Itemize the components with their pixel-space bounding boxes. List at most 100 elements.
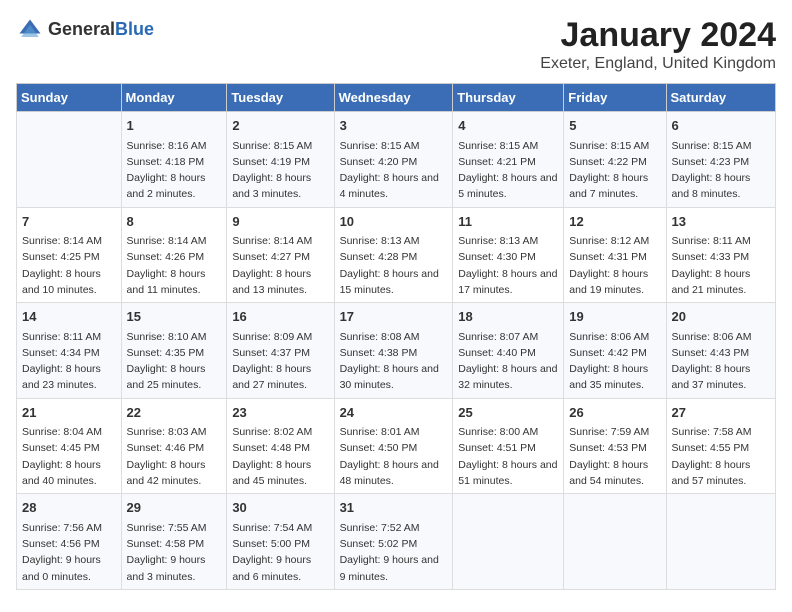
day-info: Sunrise: 8:07 AMSunset: 4:40 PMDaylight:…: [458, 329, 558, 394]
day-number: 9: [232, 212, 328, 232]
day-number: 1: [127, 116, 222, 136]
day-info: Sunrise: 7:54 AMSunset: 5:00 PMDaylight:…: [232, 520, 328, 585]
day-number: 6: [672, 116, 770, 136]
week-row-1: 1Sunrise: 8:16 AMSunset: 4:18 PMDaylight…: [17, 112, 776, 208]
calendar-cell: 7Sunrise: 8:14 AMSunset: 4:25 PMDaylight…: [17, 207, 122, 303]
day-info: Sunrise: 7:55 AMSunset: 4:58 PMDaylight:…: [127, 520, 222, 585]
day-info: Sunrise: 8:16 AMSunset: 4:18 PMDaylight:…: [127, 138, 222, 203]
day-number: 3: [340, 116, 448, 136]
day-number: 8: [127, 212, 222, 232]
col-header-sunday: Sunday: [17, 84, 122, 112]
calendar-cell: 3Sunrise: 8:15 AMSunset: 4:20 PMDaylight…: [334, 112, 453, 208]
col-header-friday: Friday: [564, 84, 666, 112]
day-number: 7: [22, 212, 116, 232]
calendar-cell: 30Sunrise: 7:54 AMSunset: 5:00 PMDayligh…: [227, 494, 334, 590]
day-number: 13: [672, 212, 770, 232]
day-number: 4: [458, 116, 558, 136]
week-row-3: 14Sunrise: 8:11 AMSunset: 4:34 PMDayligh…: [17, 303, 776, 399]
day-info: Sunrise: 8:06 AMSunset: 4:43 PMDaylight:…: [672, 329, 770, 394]
calendar-cell: 13Sunrise: 8:11 AMSunset: 4:33 PMDayligh…: [666, 207, 775, 303]
day-number: 22: [127, 403, 222, 423]
calendar-cell: 19Sunrise: 8:06 AMSunset: 4:42 PMDayligh…: [564, 303, 666, 399]
day-info: Sunrise: 8:14 AMSunset: 4:25 PMDaylight:…: [22, 233, 116, 298]
day-number: 12: [569, 212, 660, 232]
day-info: Sunrise: 8:15 AMSunset: 4:23 PMDaylight:…: [672, 138, 770, 203]
day-info: Sunrise: 8:09 AMSunset: 4:37 PMDaylight:…: [232, 329, 328, 394]
col-header-monday: Monday: [121, 84, 227, 112]
calendar-cell: 31Sunrise: 7:52 AMSunset: 5:02 PMDayligh…: [334, 494, 453, 590]
calendar-cell: 17Sunrise: 8:08 AMSunset: 4:38 PMDayligh…: [334, 303, 453, 399]
calendar-table: SundayMondayTuesdayWednesdayThursdayFrid…: [16, 83, 776, 590]
calendar-cell: 18Sunrise: 8:07 AMSunset: 4:40 PMDayligh…: [453, 303, 564, 399]
day-number: 25: [458, 403, 558, 423]
header: GeneralBlue January 2024 Exeter, England…: [16, 16, 776, 73]
day-info: Sunrise: 8:14 AMSunset: 4:26 PMDaylight:…: [127, 233, 222, 298]
day-number: 2: [232, 116, 328, 136]
calendar-cell: [453, 494, 564, 590]
day-number: 19: [569, 307, 660, 327]
calendar-cell: 16Sunrise: 8:09 AMSunset: 4:37 PMDayligh…: [227, 303, 334, 399]
day-info: Sunrise: 8:03 AMSunset: 4:46 PMDaylight:…: [127, 424, 222, 489]
day-info: Sunrise: 8:08 AMSunset: 4:38 PMDaylight:…: [340, 329, 448, 394]
calendar-cell: 28Sunrise: 7:56 AMSunset: 4:56 PMDayligh…: [17, 494, 122, 590]
calendar-cell: 4Sunrise: 8:15 AMSunset: 4:21 PMDaylight…: [453, 112, 564, 208]
day-info: Sunrise: 7:56 AMSunset: 4:56 PMDaylight:…: [22, 520, 116, 585]
day-number: 17: [340, 307, 448, 327]
day-info: Sunrise: 8:15 AMSunset: 4:19 PMDaylight:…: [232, 138, 328, 203]
week-row-5: 28Sunrise: 7:56 AMSunset: 4:56 PMDayligh…: [17, 494, 776, 590]
day-info: Sunrise: 8:15 AMSunset: 4:20 PMDaylight:…: [340, 138, 448, 203]
calendar-cell: 12Sunrise: 8:12 AMSunset: 4:31 PMDayligh…: [564, 207, 666, 303]
col-header-saturday: Saturday: [666, 84, 775, 112]
week-row-4: 21Sunrise: 8:04 AMSunset: 4:45 PMDayligh…: [17, 398, 776, 494]
day-info: Sunrise: 7:59 AMSunset: 4:53 PMDaylight:…: [569, 424, 660, 489]
col-header-wednesday: Wednesday: [334, 84, 453, 112]
calendar-cell: 5Sunrise: 8:15 AMSunset: 4:22 PMDaylight…: [564, 112, 666, 208]
calendar-cell: 2Sunrise: 8:15 AMSunset: 4:19 PMDaylight…: [227, 112, 334, 208]
month-title: January 2024: [540, 16, 776, 55]
calendar-cell: 9Sunrise: 8:14 AMSunset: 4:27 PMDaylight…: [227, 207, 334, 303]
day-number: 10: [340, 212, 448, 232]
title-area: January 2024 Exeter, England, United Kin…: [540, 16, 776, 73]
day-info: Sunrise: 8:14 AMSunset: 4:27 PMDaylight:…: [232, 233, 328, 298]
calendar-cell: [17, 112, 122, 208]
day-number: 5: [569, 116, 660, 136]
calendar-cell: 14Sunrise: 8:11 AMSunset: 4:34 PMDayligh…: [17, 303, 122, 399]
calendar-cell: 1Sunrise: 8:16 AMSunset: 4:18 PMDaylight…: [121, 112, 227, 208]
day-number: 23: [232, 403, 328, 423]
day-number: 11: [458, 212, 558, 232]
day-number: 16: [232, 307, 328, 327]
day-number: 14: [22, 307, 116, 327]
logo-general: GeneralBlue: [48, 20, 154, 40]
day-info: Sunrise: 8:10 AMSunset: 4:35 PMDaylight:…: [127, 329, 222, 394]
day-info: Sunrise: 8:00 AMSunset: 4:51 PMDaylight:…: [458, 424, 558, 489]
day-info: Sunrise: 8:11 AMSunset: 4:34 PMDaylight:…: [22, 329, 116, 394]
header-row: SundayMondayTuesdayWednesdayThursdayFrid…: [17, 84, 776, 112]
day-info: Sunrise: 7:58 AMSunset: 4:55 PMDaylight:…: [672, 424, 770, 489]
day-number: 15: [127, 307, 222, 327]
calendar-cell: 6Sunrise: 8:15 AMSunset: 4:23 PMDaylight…: [666, 112, 775, 208]
day-number: 26: [569, 403, 660, 423]
calendar-cell: [564, 494, 666, 590]
calendar-cell: 11Sunrise: 8:13 AMSunset: 4:30 PMDayligh…: [453, 207, 564, 303]
day-number: 18: [458, 307, 558, 327]
calendar-cell: 15Sunrise: 8:10 AMSunset: 4:35 PMDayligh…: [121, 303, 227, 399]
calendar-cell: 24Sunrise: 8:01 AMSunset: 4:50 PMDayligh…: [334, 398, 453, 494]
day-info: Sunrise: 8:15 AMSunset: 4:22 PMDaylight:…: [569, 138, 660, 203]
day-info: Sunrise: 8:01 AMSunset: 4:50 PMDaylight:…: [340, 424, 448, 489]
day-info: Sunrise: 8:06 AMSunset: 4:42 PMDaylight:…: [569, 329, 660, 394]
day-info: Sunrise: 8:12 AMSunset: 4:31 PMDaylight:…: [569, 233, 660, 298]
calendar-cell: 27Sunrise: 7:58 AMSunset: 4:55 PMDayligh…: [666, 398, 775, 494]
col-header-thursday: Thursday: [453, 84, 564, 112]
day-info: Sunrise: 8:02 AMSunset: 4:48 PMDaylight:…: [232, 424, 328, 489]
calendar-cell: 29Sunrise: 7:55 AMSunset: 4:58 PMDayligh…: [121, 494, 227, 590]
week-row-2: 7Sunrise: 8:14 AMSunset: 4:25 PMDaylight…: [17, 207, 776, 303]
calendar-cell: 25Sunrise: 8:00 AMSunset: 4:51 PMDayligh…: [453, 398, 564, 494]
col-header-tuesday: Tuesday: [227, 84, 334, 112]
logo-icon: [16, 16, 44, 44]
day-number: 27: [672, 403, 770, 423]
calendar-cell: 10Sunrise: 8:13 AMSunset: 4:28 PMDayligh…: [334, 207, 453, 303]
logo: GeneralBlue: [16, 16, 154, 44]
calendar-cell: 20Sunrise: 8:06 AMSunset: 4:43 PMDayligh…: [666, 303, 775, 399]
calendar-cell: 21Sunrise: 8:04 AMSunset: 4:45 PMDayligh…: [17, 398, 122, 494]
day-info: Sunrise: 8:04 AMSunset: 4:45 PMDaylight:…: [22, 424, 116, 489]
